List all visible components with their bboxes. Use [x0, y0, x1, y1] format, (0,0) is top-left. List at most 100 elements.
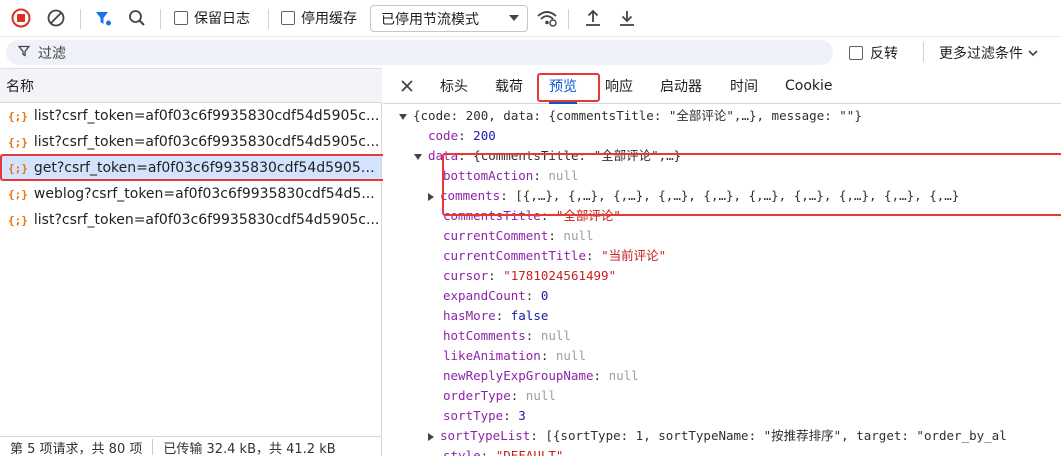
- preserve-log-checkbox[interactable]: 保留日志: [174, 8, 250, 28]
- checkbox-box[interactable]: [174, 11, 188, 25]
- json-value: "当前评论": [601, 248, 667, 263]
- json-root-line[interactable]: {code: 200, data: {commentsTitle: "全部评论"…: [399, 106, 862, 126]
- json-field-ordertype: orderType: null: [443, 388, 556, 403]
- tab-response[interactable]: 响应: [605, 68, 633, 104]
- request-row[interactable]: {;} list?csrf_token=af0f03c6f9935830cdf5…: [0, 207, 381, 233]
- json-field-style: style: "DEFAULT": [443, 446, 563, 456]
- network-toolbar: 保留日志 停用缓存 已停用节流模式: [0, 0, 1061, 37]
- tab-headers[interactable]: 标头: [440, 68, 468, 104]
- json-field-currentcommenttitle: currentCommentTitle: "当前评论": [443, 248, 667, 263]
- request-name: weblog?csrf_token=af0f03c6f9935830cdf54d…: [33, 186, 375, 202]
- json-key: likeAnimation: [443, 348, 541, 363]
- json-key: hotComments: [443, 328, 526, 343]
- json-key: expandCount: [443, 288, 526, 303]
- tab-initiator[interactable]: 启动器: [660, 68, 702, 104]
- json-file-icon: {;}: [8, 213, 28, 227]
- json-key: data: [428, 148, 459, 163]
- filter-icon: [17, 45, 31, 61]
- expand-triangle-icon[interactable]: [428, 432, 434, 441]
- throttling-value: 已停用节流模式: [381, 11, 479, 28]
- request-row[interactable]: {;} list?csrf_token=af0f03c6f9935830cdf5…: [0, 129, 381, 155]
- filter-bar: 过滤 反转 更多过滤条件: [0, 37, 1061, 67]
- json-root-summary: {code: 200, data: {commentsTitle: "全部评论"…: [413, 108, 862, 123]
- json-value: "全部评论": [555, 208, 621, 223]
- json-key: sortType: [443, 408, 504, 423]
- expand-triangle-icon[interactable]: [428, 192, 434, 201]
- clear-icon[interactable]: [45, 7, 67, 29]
- request-name: get?csrf_token=af0f03c6f9935830cdf54d590…: [33, 160, 381, 176]
- transfer-size: 已传输 32.4 kB，共 41.2 kB: [163, 441, 336, 456]
- json-field-currentcomment: currentComment: null: [443, 228, 594, 243]
- request-name: list?csrf_token=af0f03c6f9935830cdf54d59…: [33, 108, 380, 124]
- json-value: null: [555, 348, 587, 363]
- toolbar-divider: [923, 42, 924, 62]
- invert-checkbox[interactable]: 反转: [849, 43, 898, 63]
- json-key: hasMore: [443, 308, 496, 323]
- json-field-comments[interactable]: comments: [{,…}, {,…}, {,…}, {,…}, {,…},…: [428, 186, 959, 206]
- stop-recording-icon[interactable]: [10, 7, 32, 29]
- expand-triangle-icon[interactable]: [414, 153, 422, 160]
- json-field-commentstitle: commentsTitle: "全部评论": [443, 208, 621, 223]
- request-name: list?csrf_token=af0f03c6f9935830cdf54d59…: [33, 212, 380, 228]
- invert-label: 反转: [870, 46, 898, 62]
- json-value: null: [548, 168, 579, 183]
- json-value: 200: [473, 128, 496, 143]
- toolbar-divider: [568, 9, 569, 29]
- toolbar-divider: [268, 9, 269, 29]
- json-value: false: [510, 308, 549, 323]
- json-file-icon: {;}: [8, 161, 28, 175]
- json-value: "1781024561499": [503, 268, 617, 283]
- tab-timing[interactable]: 时间: [730, 68, 758, 104]
- json-field-hotcomments: hotComments: null: [443, 328, 571, 343]
- tab-label: 载荷: [495, 79, 523, 95]
- import-har-icon[interactable]: [582, 7, 604, 29]
- request-detail-pane: 标头 载荷 预览 响应 启动器 时间 Cookie {code: 200, da…: [383, 68, 1061, 456]
- tab-label: 时间: [730, 79, 758, 95]
- name-column-header[interactable]: 名称: [0, 69, 382, 103]
- request-row[interactable]: {;} list?csrf_token=af0f03c6f9935830cdf5…: [0, 103, 381, 129]
- json-value: 3: [518, 408, 526, 423]
- json-field-data[interactable]: data: {commentsTitle: "全部评论",…}: [414, 146, 681, 166]
- request-row-selected[interactable]: {;} get?csrf_token=af0f03c6f9935830cdf54…: [0, 155, 381, 181]
- filter-active-icon[interactable]: [92, 7, 114, 29]
- json-field-hasmore: hasMore: false: [443, 308, 549, 323]
- tab-label: 标头: [440, 79, 468, 95]
- throttling-select[interactable]: 已停用节流模式: [370, 5, 528, 32]
- json-file-icon: {;}: [8, 135, 28, 149]
- json-value: null: [525, 388, 556, 403]
- status-divider: [152, 439, 154, 455]
- json-value: null: [563, 228, 594, 243]
- json-key: orderType: [443, 388, 511, 403]
- json-key: code: [428, 128, 459, 143]
- json-key: currentComment: [443, 228, 549, 243]
- export-har-icon[interactable]: [616, 7, 638, 29]
- search-icon[interactable]: [126, 7, 148, 29]
- request-count: 第 5 项请求，共 80 项: [10, 441, 143, 456]
- detail-tabbar: 标头 载荷 预览 响应 启动器 时间 Cookie: [383, 68, 1061, 104]
- tab-label: 响应: [605, 79, 633, 95]
- json-key: style: [443, 448, 481, 456]
- json-field-bottomaction: bottomAction: null: [443, 168, 579, 183]
- request-status-bar: 第 5 项请求，共 80 项 已传输 32.4 kB，共 41.2 kB: [0, 436, 381, 456]
- expand-triangle-icon[interactable]: [399, 113, 407, 120]
- tab-cookie[interactable]: Cookie: [785, 68, 833, 104]
- checkbox-box[interactable]: [281, 11, 295, 25]
- request-row[interactable]: {;} weblog?csrf_token=af0f03c6f9935830cd…: [0, 181, 381, 207]
- disable-cache-label: 停用缓存: [301, 11, 357, 27]
- close-icon[interactable]: [397, 76, 417, 96]
- checkbox-box[interactable]: [849, 46, 863, 60]
- tab-preview[interactable]: 预览: [549, 68, 577, 104]
- column-header-label: 名称: [6, 78, 34, 95]
- tab-payload[interactable]: 载荷: [495, 68, 523, 104]
- network-conditions-icon[interactable]: [536, 7, 558, 29]
- filter-input[interactable]: 过滤: [6, 40, 833, 65]
- disable-cache-checkbox[interactable]: 停用缓存: [281, 8, 357, 28]
- more-filters-dropdown[interactable]: 更多过滤条件: [939, 43, 1039, 63]
- json-key: currentCommentTitle: [443, 248, 586, 263]
- request-name: list?csrf_token=af0f03c6f9935830cdf54d59…: [33, 134, 380, 150]
- more-filters-label: 更多过滤条件: [939, 46, 1023, 62]
- json-field-cursor: cursor: "1781024561499": [443, 268, 617, 283]
- json-key: newReplyExpGroupName: [443, 368, 594, 383]
- json-field-likeanimation: likeAnimation: null: [443, 348, 587, 363]
- json-field-sorttypelist[interactable]: sortTypeList: [{sortType: 1, sortTypeNam…: [428, 426, 1007, 446]
